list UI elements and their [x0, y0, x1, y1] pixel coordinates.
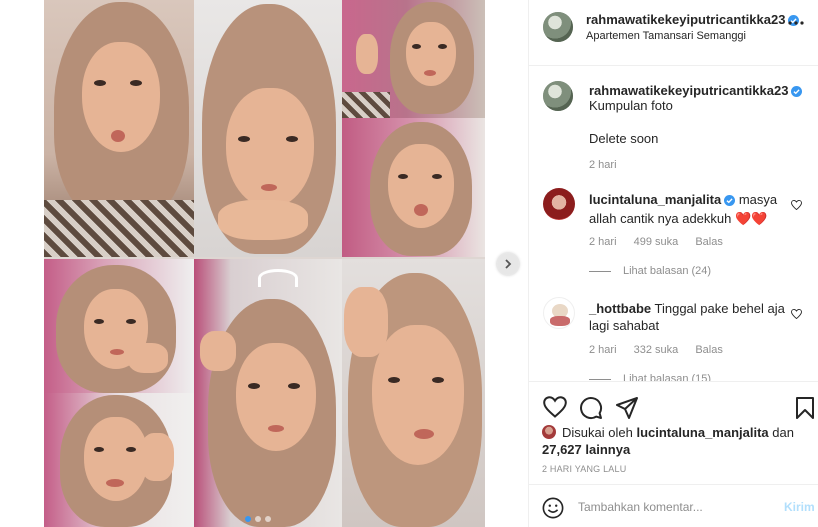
collage-photo-2: [194, 0, 342, 257]
collage-photo-8: [342, 259, 485, 527]
carousel-dot: [255, 516, 261, 522]
comment-body: lucintaluna_manjalita masya allah cantik…: [589, 191, 785, 227]
caption-line: Delete soon: [589, 131, 659, 146]
like-count-link[interactable]: 27,627 lainnya: [542, 442, 630, 457]
view-replies-link[interactable]: Lihat balasan (24): [589, 265, 711, 277]
comment-time: 2 hari: [589, 344, 617, 356]
comment-username[interactable]: lucintaluna_manjalita: [589, 192, 721, 207]
comment-input[interactable]: [578, 497, 778, 517]
media-left-margin: [0, 0, 44, 527]
collage-photo-6: [44, 393, 194, 527]
comments-list[interactable]: rahmawatikekeyiputricantikka23 Kumpulan …: [529, 67, 818, 381]
caption-author-avatar[interactable]: [543, 81, 573, 111]
more-icon: [787, 14, 805, 29]
share-icon: [615, 397, 639, 423]
post-header: rahmawatikekeyiputricantikka23 Apartemen…: [529, 0, 818, 66]
comment-button[interactable]: [579, 396, 603, 423]
next-photo-button[interactable]: [497, 253, 519, 275]
more-options-button[interactable]: [787, 14, 805, 29]
heart-outline-icon: [791, 198, 802, 213]
comment-username[interactable]: _hottbabe: [589, 301, 651, 316]
like-summary-prefix: Disukai oleh: [562, 425, 633, 440]
carousel-indicator: [245, 516, 271, 522]
commenter-avatar[interactable]: [543, 188, 575, 220]
bookmark-icon: [795, 397, 815, 423]
comment-composer: Kirim: [528, 484, 818, 527]
verified-icon: [791, 85, 803, 100]
commenter-avatar[interactable]: [543, 297, 575, 329]
save-button[interactable]: [795, 396, 815, 423]
view-replies-link[interactable]: Lihat balasan (15): [589, 373, 711, 381]
like-comment-button[interactable]: [791, 307, 802, 322]
comment-icon: [579, 397, 603, 423]
heart-icon: [543, 396, 567, 421]
share-button[interactable]: [615, 396, 639, 423]
comment-likes[interactable]: 499 suka: [634, 236, 679, 248]
comment-time: 2 hari: [589, 236, 617, 248]
comment-meta: 2 hari 332 suka Balas: [589, 344, 737, 356]
collage-photo-5: [44, 259, 194, 393]
like-summary-connector: dan: [772, 425, 794, 440]
author-username[interactable]: rahmawatikekeyiputricantikka23: [586, 12, 800, 29]
post-location[interactable]: Apartemen Tamansari Semanggi: [586, 30, 746, 42]
author-avatar[interactable]: [543, 12, 573, 42]
collage-photo-4: [342, 118, 485, 257]
heart-outline-icon: [791, 307, 802, 322]
emoji-button[interactable]: [542, 497, 564, 522]
carousel-dot: [245, 516, 251, 522]
post-timestamp[interactable]: 2 HARI YANG LALU: [542, 464, 626, 474]
collage-photo-1: [44, 0, 194, 257]
verified-icon: [724, 193, 736, 210]
photo-collage: [44, 0, 485, 527]
comment-likes[interactable]: 332 suka: [634, 344, 679, 356]
chevron-right-icon: [503, 257, 513, 272]
collage-photo-7: [194, 259, 342, 527]
liker-avatar[interactable]: [542, 425, 556, 439]
carousel-dot: [265, 516, 271, 522]
like-comment-button[interactable]: [791, 198, 802, 213]
post-comment-button[interactable]: Kirim: [784, 500, 815, 514]
like-summary: Disukai oleh lucintaluna_manjalita dan 2…: [542, 424, 812, 458]
caption-line: Kumpulan foto: [589, 98, 673, 113]
reply-button[interactable]: Balas: [695, 344, 723, 356]
comment-meta: 2 hari 499 suka Balas: [589, 236, 737, 248]
caption-timestamp: 2 hari: [589, 159, 617, 171]
emoji-icon: [542, 497, 564, 522]
like-button[interactable]: [543, 396, 567, 421]
post-media[interactable]: [0, 0, 528, 527]
collage-photo-3: [342, 0, 485, 118]
comment-body: _hottbabe Tinggal pake behel aja lagi sa…: [589, 300, 785, 334]
liker-username[interactable]: lucintaluna_manjalita: [636, 425, 768, 440]
reply-button[interactable]: Balas: [695, 236, 723, 248]
